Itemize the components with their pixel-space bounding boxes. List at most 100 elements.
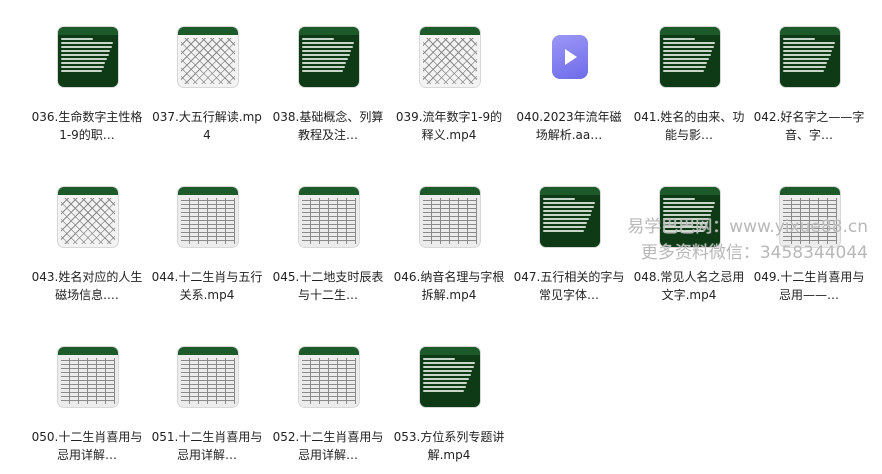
- file-item[interactable]: 041.姓名的由来、功能与影…: [630, 22, 748, 152]
- thumbnail-content: [302, 198, 356, 244]
- thumbnail-text-line: [783, 50, 833, 52]
- file-item[interactable]: 044.十二生肖与五行关系.mp4: [148, 182, 266, 312]
- thumbnail-text-line: [302, 62, 347, 64]
- thumbnail-header: [420, 27, 480, 35]
- thumbnail-content: [663, 38, 717, 84]
- thumbnail-text-line: [302, 58, 348, 60]
- thumbnail-header: [58, 27, 118, 35]
- file-name: 050.十二生肖喜用与忌用详解…: [31, 430, 143, 462]
- file-name: 052.十二生肖喜用与忌用详解…: [272, 430, 384, 462]
- thumbnail-content: [423, 358, 477, 404]
- video-thumbnail: [58, 187, 118, 247]
- file-item[interactable]: 039.流年数字1-9的释义.mp4: [390, 22, 508, 152]
- video-thumbnail: [780, 27, 840, 87]
- thumbnail-text-line: [663, 206, 714, 208]
- file-name: 041.姓名的由来、功能与影…: [633, 110, 745, 142]
- file-item[interactable]: 043.姓名对应的人生磁场信息.…: [28, 182, 146, 312]
- thumbnail-text-line: [423, 374, 471, 376]
- thumbnail-text-line: [663, 38, 696, 40]
- file-name: 038.基础概念、列算教程及注…: [272, 110, 384, 142]
- thumbnail-text-line: [302, 54, 350, 56]
- thumbnail-text-line: [61, 58, 107, 60]
- thumbnail-text-line: [423, 382, 468, 384]
- thumbnail-text-line: [543, 210, 593, 212]
- video-thumbnail: [178, 347, 238, 407]
- thumbnail-content: [783, 38, 837, 84]
- file-name: 045.十二地支时辰表与十二生…: [272, 270, 384, 302]
- thumbnail-header: [660, 27, 720, 35]
- thumbnail-text-line: [783, 58, 829, 60]
- thumbnail-text-line: [61, 66, 104, 68]
- thumbnail-text-line: [302, 66, 345, 68]
- video-thumbnail: [299, 187, 359, 247]
- thumbnail-header: [58, 187, 118, 195]
- thumbnail-content: [302, 358, 356, 404]
- thumbnail-header: [178, 187, 238, 195]
- thumbnail-text-line: [302, 50, 352, 52]
- thumbnail-text-line: [663, 70, 705, 72]
- audio-file-icon: [552, 35, 588, 79]
- file-name: 048.常见人名之忌用文字.mp4: [633, 270, 745, 302]
- thumbnail-header: [420, 187, 480, 195]
- thumbnail-text-line: [783, 54, 831, 56]
- thumbnail-content: [302, 38, 356, 84]
- thumbnail-text-line: [61, 38, 94, 40]
- file-name: 037.大五行解读.mp4: [152, 110, 262, 142]
- file-item[interactable]: 040.2023年流年磁场解析.aa…: [510, 22, 628, 152]
- thumbnail-content: [181, 358, 235, 404]
- file-item[interactable]: 038.基础概念、列算教程及注…: [269, 22, 387, 152]
- file-item[interactable]: 042.好名字之——字音、字…: [750, 22, 868, 152]
- video-thumbnail: [299, 27, 359, 87]
- thumbnail-text-line: [543, 202, 596, 204]
- file-item[interactable]: 047.五行相关的字与常见字体…: [510, 182, 628, 312]
- file-item[interactable]: 037.大五行解读.mp4: [148, 22, 266, 152]
- thumbnail-text-line: [663, 66, 706, 68]
- thumbnail-text-line: [61, 62, 106, 64]
- thumbnail-text-line: [543, 218, 589, 220]
- video-thumbnail: [58, 347, 118, 407]
- thumbnail-content: [61, 358, 115, 404]
- thumbnail-text-line: [663, 54, 711, 56]
- file-item[interactable]: 036.生命数字主性格1-9的职…: [28, 22, 146, 152]
- thumbnail-text-line: [783, 38, 816, 40]
- file-name: 046.纳音名理与字根拆解.mp4: [393, 270, 505, 302]
- thumbnail-text-line: [783, 62, 828, 64]
- thumbnail-header: [58, 347, 118, 355]
- file-item[interactable]: 051.十二生肖喜用与忌用详解…: [148, 342, 266, 472]
- file-item[interactable]: 050.十二生肖喜用与忌用详解…: [28, 342, 146, 472]
- file-item[interactable]: 052.十二生肖喜用与忌用详解…: [269, 342, 387, 472]
- thumbnail-text-line: [663, 202, 716, 204]
- thumbnail-text-line: [61, 42, 114, 44]
- file-grid: 036.生命数字主性格1-9的职… 037.大五行解读.mp4 038.基础概念、列…: [0, 0, 882, 474]
- video-thumbnail: [178, 187, 238, 247]
- thumbnail-text-line: [663, 58, 709, 60]
- file-name: 043.姓名对应的人生磁场信息.…: [31, 270, 143, 302]
- thumbnail-text-line: [543, 222, 588, 224]
- thumbnail-text-line: [423, 390, 465, 392]
- thumbnail-text-line: [423, 370, 473, 372]
- thumbnail-text-line: [543, 214, 591, 216]
- thumbnail-content: [181, 198, 235, 244]
- thumbnail-header: [660, 187, 720, 195]
- video-thumbnail: [420, 27, 480, 87]
- file-item[interactable]: 045.十二地支时辰表与十二生…: [269, 182, 387, 312]
- video-thumbnail: [420, 347, 480, 407]
- video-thumbnail: [178, 27, 238, 87]
- thumbnail-text-line: [302, 70, 344, 72]
- file-name: 044.十二生肖与五行关系.mp4: [151, 270, 263, 302]
- thumbnail-text-line: [423, 362, 476, 364]
- thumbnail-text-line: [783, 46, 834, 48]
- file-item[interactable]: 053.方位系列专题讲解.mp4: [390, 342, 508, 472]
- file-name: 040.2023年流年磁场解析.aa…: [516, 110, 622, 142]
- thumbnail-text-line: [61, 70, 103, 72]
- thumbnail-content: [61, 38, 115, 84]
- thumbnail-content: [61, 198, 115, 244]
- file-item[interactable]: 046.纳音名理与字根拆解.mp4: [390, 182, 508, 312]
- file-name: 039.流年数字1-9的释义.mp4: [395, 110, 503, 142]
- thumbnail-header: [420, 347, 480, 355]
- thumbnail-text-line: [423, 386, 466, 388]
- thumbnail-text-line: [302, 38, 335, 40]
- thumbnail-text-line: [783, 70, 825, 72]
- video-thumbnail: [660, 27, 720, 87]
- thumbnail-text-line: [302, 46, 353, 48]
